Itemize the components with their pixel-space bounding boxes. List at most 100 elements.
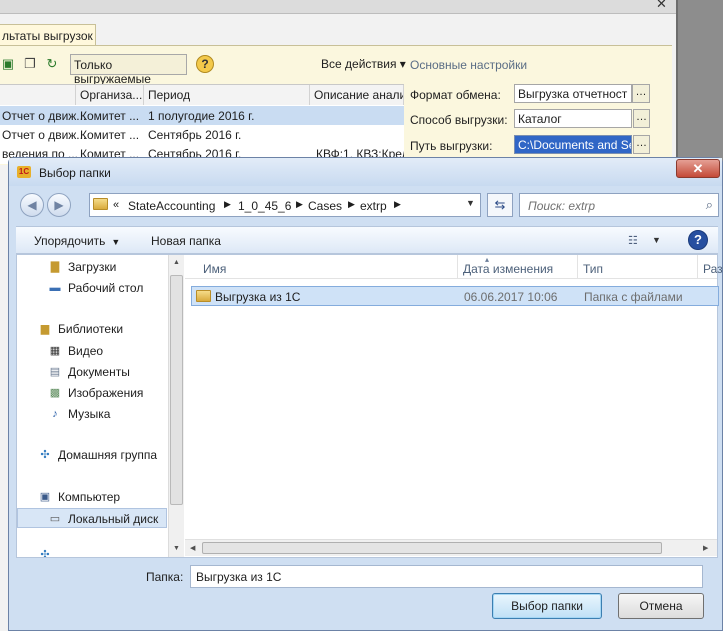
edit-icon[interactable]: ▣	[0, 56, 16, 72]
folder-browser: ▇ Загрузки ▬ Рабочий стол ▆ Библиотеки ▦…	[16, 254, 723, 558]
table-row[interactable]: Отчет о движ... Комитет ... 1 полугодие …	[0, 106, 404, 125]
select-ellipsis-button[interactable]: …	[633, 135, 650, 154]
row-period: 1 полугодие 2016 г.	[148, 109, 255, 123]
row-period: Сентябрь 2016 г.	[148, 128, 242, 142]
scrollbar-thumb[interactable]	[170, 275, 183, 505]
breadcrumb-cases[interactable]: Cases	[308, 199, 342, 213]
breadcrumb-separator-icon[interactable]: ▶	[296, 199, 303, 210]
tree-item-libraries[interactable]: ▆ Библиотеки	[17, 319, 167, 339]
only-exported-button[interactable]: Только выгружаемые	[70, 54, 187, 86]
column-divider[interactable]	[697, 255, 698, 279]
tab-export-results[interactable]: льтаты выгрузок	[0, 24, 96, 46]
list-item[interactable]: Выгрузка из 1С 06.06.2017 10:06 Папка с …	[191, 286, 719, 306]
tree-item-computer[interactable]: ▣ Компьютер	[17, 487, 167, 507]
tree-item-downloads[interactable]: ▇ Загрузки	[17, 257, 167, 277]
dialog-title: Выбор папки	[39, 166, 111, 180]
select-folder-button[interactable]: Выбор папки	[492, 593, 602, 619]
scroll-left-icon[interactable]: ◀	[190, 544, 195, 552]
column-header-size[interactable]: Разм	[703, 262, 723, 276]
tree-item-homegroup[interactable]: ✣ Домашняя группа	[17, 445, 167, 465]
folder-name-input[interactable]: Выгрузка из 1С	[190, 565, 703, 588]
all-actions-menu[interactable]: Все действия ▾	[321, 57, 406, 71]
breadcrumb-overflow[interactable]: «	[113, 199, 119, 211]
window-top-strip	[0, 0, 723, 14]
breadcrumb-separator-icon[interactable]: ▶	[348, 199, 355, 210]
column-header-type[interactable]: Тип	[583, 262, 603, 276]
address-bar[interactable]: « StateAccounting ▶ 1_0_45_6 ▶ Cases ▶ e…	[89, 193, 481, 217]
tree-item-music[interactable]: ♪ Музыка	[17, 404, 167, 424]
breadcrumb-separator-icon[interactable]: ▶	[394, 199, 401, 210]
refresh-icon[interactable]: ⇆	[487, 193, 513, 217]
column-divider[interactable]	[577, 255, 578, 279]
export-path-label: Путь выгрузки:	[410, 139, 493, 153]
organize-menu[interactable]: Упорядочить ▼	[34, 234, 120, 248]
column-header-date[interactable]: Дата изменения	[463, 262, 553, 276]
tree-item-video[interactable]: ▦ Видео	[17, 341, 167, 361]
folder-icon	[93, 198, 108, 210]
horizontal-scrollbar[interactable]: ◀ ▶	[185, 539, 717, 556]
copy-icon[interactable]: ❐	[22, 56, 38, 72]
tree-item-documents[interactable]: ▤ Документы	[17, 362, 167, 382]
scrollbar-thumb[interactable]	[202, 542, 662, 554]
scroll-down-icon[interactable]: ▼	[173, 545, 180, 552]
search-placeholder: Поиск: extrp	[528, 199, 596, 213]
scroll-up-icon[interactable]: ▲	[173, 259, 180, 266]
export-path-field[interactable]: C:\Documents and Setti	[514, 135, 632, 154]
breadcrumb-extrp[interactable]: extrp	[360, 199, 387, 213]
new-folder-button[interactable]: Новая папка	[151, 234, 221, 248]
search-input[interactable]: Поиск: extrp ⌕	[519, 193, 719, 217]
dialog-titlebar[interactable]	[9, 158, 722, 186]
row-org: Комитет ...	[80, 109, 140, 123]
column-header-org[interactable]: Организа...	[76, 85, 144, 105]
breadcrumb-stateaccounting[interactable]: StateAccounting	[128, 199, 215, 213]
chevron-down-icon[interactable]: ▼	[466, 198, 475, 208]
video-icon: ▦	[49, 345, 61, 357]
refresh-icon[interactable]: ↻	[44, 56, 60, 72]
tree-item-desktop[interactable]: ▬ Рабочий стол	[17, 278, 167, 298]
help-icon[interactable]: ?	[688, 230, 708, 250]
breadcrumb-version[interactable]: 1_0_45_6	[238, 199, 291, 213]
close-icon[interactable]: ✕	[676, 159, 720, 178]
table-row[interactable]: Отчет о движ... Комитет ... Сентябрь 201…	[0, 125, 404, 144]
tree-item-partial: ✣	[17, 545, 167, 557]
1c-logo-icon: 1С	[17, 166, 31, 178]
help-icon[interactable]: ?	[196, 55, 214, 73]
breadcrumb-separator-icon[interactable]: ▶	[224, 199, 231, 210]
row-name: Отчет о движ...	[2, 128, 87, 142]
settings-title: Основные настройки	[410, 58, 528, 72]
forward-button[interactable]: ▶	[47, 193, 71, 217]
exchange-format-field[interactable]: Выгрузка отчетност	[514, 84, 632, 103]
column-header-period[interactable]: Период	[144, 85, 310, 105]
select-ellipsis-button[interactable]: …	[633, 109, 650, 128]
tree-item-pictures[interactable]: ▩ Изображения	[17, 383, 167, 403]
export-method-field[interactable]: Каталог	[514, 109, 632, 128]
select-ellipsis-button[interactable]: …	[632, 84, 650, 103]
tree-item-label: Рабочий стол	[68, 281, 144, 295]
navigation-scrollbar[interactable]: ▲ ▼	[168, 255, 184, 557]
cancel-button[interactable]: Отмена	[618, 593, 704, 619]
chevron-down-icon[interactable]: ▼	[652, 235, 661, 245]
scroll-right-icon[interactable]: ▶	[703, 544, 708, 552]
music-icon: ♪	[52, 408, 58, 420]
desktop-icon: ▬	[49, 282, 61, 294]
column-header-description[interactable]: Описание аналит	[310, 85, 404, 105]
tree-item-label: Документы	[68, 365, 130, 379]
folder-icon	[196, 290, 211, 302]
computer-icon: ▣	[39, 491, 51, 503]
chevron-down-icon: ▼	[111, 237, 121, 247]
file-type: Папка с файлами	[584, 290, 683, 304]
tree-item-label: Музыка	[68, 407, 111, 421]
search-icon[interactable]: ⌕	[706, 197, 713, 213]
tree-item-label: Библиотеки	[58, 322, 124, 336]
tree-item-label: Компьютер	[58, 490, 121, 504]
folder-label: Папка:	[146, 570, 184, 584]
pictures-icon: ▩	[49, 387, 61, 399]
column-divider[interactable]	[457, 255, 458, 279]
back-button[interactable]: ◀	[20, 193, 44, 217]
bg-close-icon[interactable]: ✕	[656, 0, 667, 12]
documents-icon: ▤	[49, 366, 61, 378]
column-header-name[interactable]	[0, 85, 76, 105]
column-header-name[interactable]: Имя	[203, 262, 226, 276]
tree-item-local-disk[interactable]: ▭ Локальный диск	[17, 508, 167, 528]
view-options-icon[interactable]: ☷	[628, 234, 638, 247]
